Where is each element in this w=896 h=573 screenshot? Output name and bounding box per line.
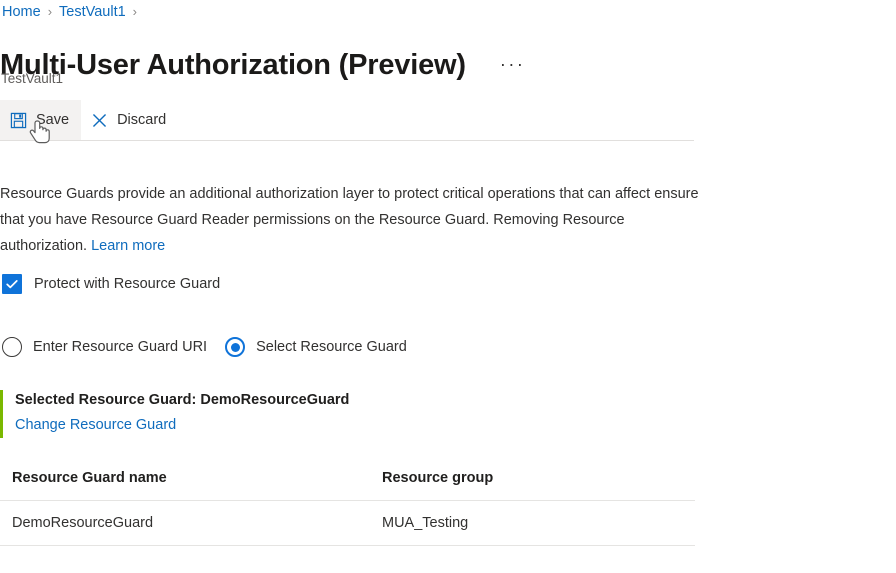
change-resource-guard-link[interactable]: Change Resource Guard <box>15 415 176 436</box>
protect-checkbox-label: Protect with Resource Guard <box>34 276 221 292</box>
selected-resource-guard-panel: Selected Resource Guard: DemoResourceGua… <box>0 390 349 438</box>
learn-more-link[interactable]: Learn more <box>91 238 165 254</box>
cell-resource-guard-name: DemoResourceGuard <box>0 500 370 546</box>
breadcrumb-item-home[interactable]: Home <box>2 2 41 22</box>
close-icon <box>90 111 108 129</box>
radio-selected-icon <box>225 337 246 357</box>
description-text: Resource Guards provide an additional au… <box>0 181 700 259</box>
breadcrumb-chevron-right-icon-2: › <box>132 4 138 19</box>
page-header: Multi-User Authorization (Preview) ··· <box>0 27 525 104</box>
selected-resource-guard-title: Selected Resource Guard: DemoResourceGua… <box>15 392 350 408</box>
breadcrumb: Home › TestVault1 › <box>2 2 144 22</box>
cell-resource-group: MUA_Testing <box>370 500 695 546</box>
column-header-resource-group: Resource group <box>370 464 695 501</box>
save-button-label: Save <box>36 112 70 128</box>
checkbox-checked-icon <box>2 274 22 294</box>
protect-with-resource-guard-checkbox[interactable]: Protect with Resource Guard <box>2 274 220 294</box>
discard-button[interactable]: Discard <box>81 100 178 140</box>
radio-select-resource-guard[interactable]: Select Resource Guard <box>225 337 407 357</box>
save-button[interactable]: Save <box>0 100 82 140</box>
save-icon <box>9 111 27 129</box>
breadcrumb-chevron-right-icon: › <box>47 4 53 19</box>
radio-enter-uri-label: Enter Resource Guard URI <box>33 339 208 355</box>
table-row[interactable]: DemoResourceGuard MUA_Testing <box>0 500 695 546</box>
more-options-icon[interactable]: ··· <box>500 55 525 73</box>
resource-guard-mode-radio-group: Enter Resource Guard URI Select Resource… <box>2 337 407 357</box>
resource-guard-table: Resource Guard name Resource group DemoR… <box>0 464 695 546</box>
radio-unselected-icon <box>2 337 22 357</box>
page-title: Multi-User Authorization (Preview) <box>0 49 466 82</box>
radio-select-guard-label: Select Resource Guard <box>256 339 407 355</box>
discard-button-label: Discard <box>117 112 167 128</box>
page-subtitle: TestVault1 <box>1 71 64 86</box>
command-bar: Save Discard <box>0 100 694 141</box>
radio-dot <box>230 342 240 352</box>
breadcrumb-item-testvault1[interactable]: TestVault1 <box>59 2 126 22</box>
column-header-resource-guard-name: Resource Guard name <box>0 464 370 501</box>
table-header-row: Resource Guard name Resource group <box>0 464 695 501</box>
radio-enter-resource-guard-uri[interactable]: Enter Resource Guard URI <box>2 337 207 357</box>
